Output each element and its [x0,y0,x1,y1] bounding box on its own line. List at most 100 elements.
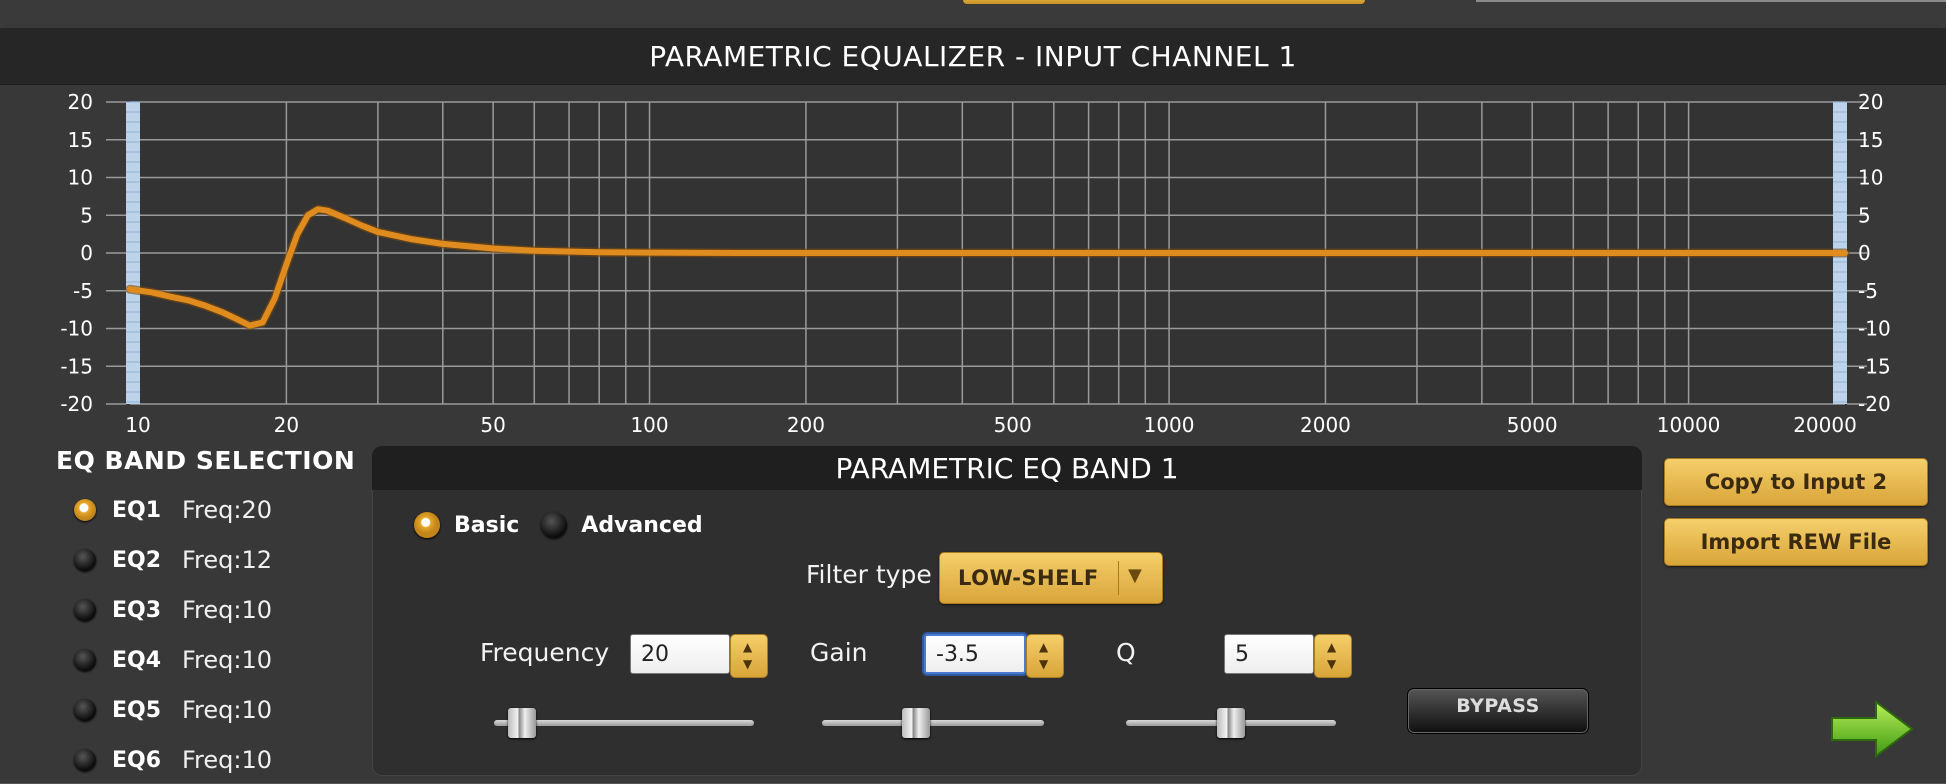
eq-response-chart[interactable]: 20 2015 1510 105 50 0-5 -5-10 -10-15 -15-20 -2010… [0,90,1946,440]
import-rew-button[interactable]: Import REW File [1664,518,1928,566]
y-tick-label-right: -5 [1858,279,1878,303]
range-band-low [126,102,140,404]
top-button-partial[interactable] [963,0,1365,4]
frequency-spinner: 20 ▲ ▼ [630,634,768,678]
band-name: EQ6 [112,747,162,773]
band-item-eq6[interactable]: EQ6 Freq:10 [74,740,272,780]
select-divider [1118,561,1119,595]
mode-basic-radio[interactable] [414,512,440,538]
band-item-eq5[interactable]: EQ5 Freq:10 [74,690,272,730]
band-freq: Freq:20 [182,496,273,524]
frequency-input[interactable]: 20 [630,634,730,674]
band-radio-icon[interactable] [74,599,96,621]
band-freq: Freq:10 [182,746,273,774]
q-label: Q [1116,638,1136,667]
x-tick-label: 50 [480,413,505,437]
band-item-eq2[interactable]: EQ2 Freq:12 [74,540,272,580]
y-tick-label-left: 0 [80,241,93,265]
band-item-eq4[interactable]: EQ4 Freq:10 [74,640,272,680]
y-tick-label-left: -15 [60,354,93,378]
y-tick-label-right: 10 [1858,166,1883,190]
band-freq: Freq:10 [182,696,273,724]
filter-type-value: LOW-SHELF [958,566,1099,590]
band-name: EQ4 [112,647,162,673]
x-tick-label: 10000 [1657,413,1721,437]
window-title: PARAMETRIC EQUALIZER - INPUT CHANNEL 1 [0,28,1946,85]
frequency-stepper[interactable]: ▲ ▼ [730,634,768,678]
y-tick-label-right: 20 [1858,90,1883,114]
filter-type-label: Filter type [806,560,932,589]
band-radio-icon[interactable] [74,749,96,771]
stepper-up-icon[interactable]: ▲ [1327,640,1336,654]
band-radio-icon[interactable] [74,649,96,671]
y-tick-label-right: -20 [1858,392,1891,416]
y-tick-label-left: 15 [68,128,93,152]
band-panel-title: PARAMETRIC EQ BAND 1 [372,446,1642,490]
y-tick-label-left: 5 [80,203,93,227]
mode-advanced-label[interactable]: Advanced [581,513,702,538]
top-strip [0,0,1946,24]
stepper-down-icon[interactable]: ▼ [1039,657,1048,671]
q-input[interactable]: 5 [1224,634,1314,674]
slider-track [822,720,1044,726]
q-stepper[interactable]: ▲ ▼ [1314,634,1352,678]
band-radio-icon[interactable] [74,549,96,571]
y-tick-label-left: -10 [60,317,93,341]
band-name: EQ1 [112,497,162,523]
x-tick-label: 500 [994,413,1032,437]
y-tick-label-right: 15 [1858,128,1883,152]
gain-input[interactable]: -3.5 [924,634,1026,674]
x-tick-label: 20 [274,413,299,437]
band-radio-icon[interactable] [74,499,96,521]
y-tick-label-right: -15 [1858,354,1891,378]
stepper-down-icon[interactable]: ▼ [1327,657,1336,671]
mode-basic-label[interactable]: Basic [454,513,519,538]
band-freq: Freq:10 [182,596,273,624]
gain-spinner: -3.5 ▲ ▼ [924,634,1064,678]
gain-stepper[interactable]: ▲ ▼ [1026,634,1064,678]
y-tick-label-left: -5 [73,279,93,303]
x-tick-label: 100 [630,413,668,437]
slider-thumb[interactable] [507,708,536,738]
slider-thumb[interactable] [901,708,930,738]
y-tick-label-right: 5 [1858,203,1871,227]
bypass-button[interactable]: BYPASS [1407,688,1589,734]
filter-type-select[interactable]: LOW-SHELF ▼ [939,552,1163,604]
top-field-partial [1476,0,1946,2]
band-item-eq3[interactable]: EQ3 Freq:10 [74,590,272,630]
stepper-down-icon[interactable]: ▼ [743,657,752,671]
band-radio-icon[interactable] [74,699,96,721]
gain-slider[interactable] [822,708,1044,738]
band-freq: Freq:12 [182,546,273,574]
y-tick-label-right: -10 [1858,317,1891,341]
y-tick-label-left: 20 [68,90,93,114]
q-slider[interactable] [1126,708,1336,738]
chevron-down-icon[interactable]: ▼ [1128,565,1142,586]
q-spinner: 5 ▲ ▼ [1224,634,1352,678]
x-tick-label: 200 [787,413,825,437]
arrow-right-icon[interactable] [1830,698,1916,760]
frequency-slider[interactable] [494,708,754,738]
mode-advanced-radio[interactable] [541,512,568,538]
x-tick-label: 10 [125,413,150,437]
stepper-up-icon[interactable]: ▲ [1039,640,1048,654]
band-item-eq1[interactable]: EQ1 Freq:20 [74,490,272,530]
band-name: EQ2 [112,547,162,573]
stepper-up-icon[interactable]: ▲ [743,640,752,654]
frequency-label: Frequency [480,638,610,667]
x-tick-label: 2000 [1300,413,1351,437]
band-name: EQ5 [112,697,162,723]
slider-thumb[interactable] [1217,708,1245,738]
gain-label: Gain [810,638,868,667]
copy-to-input-button[interactable]: Copy to Input 2 [1664,458,1928,506]
x-tick-label: 5000 [1507,413,1558,437]
mode-selector: Basic Advanced [414,512,725,538]
y-tick-label-right: 0 [1858,241,1871,265]
y-tick-label-left: -20 [60,392,93,416]
band-freq: Freq:10 [182,646,273,674]
eq-band-selection-title: EQ BAND SELECTION [56,446,356,475]
x-tick-label: 1000 [1144,413,1195,437]
band-name: EQ3 [112,597,162,623]
x-tick-label: 20000 [1793,413,1857,437]
y-tick-label-left: 10 [68,166,93,190]
